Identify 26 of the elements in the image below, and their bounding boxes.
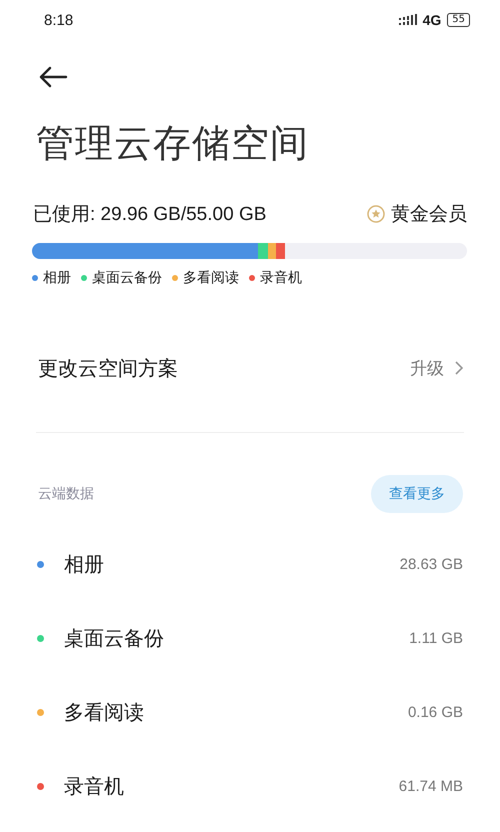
status-time: 8:18 [44, 12, 74, 28]
category-size: 0.16 GB [408, 704, 463, 720]
membership-label: 黄金会员 [391, 202, 467, 227]
legend-label: 桌面云备份 [92, 269, 162, 287]
plan-row[interactable]: 更改云空间方案 升级 [38, 338, 464, 398]
category-name: 桌面云备份 [64, 624, 165, 652]
category-name: 相册 [64, 550, 105, 578]
category-name: 录音机 [64, 772, 125, 800]
category-size: 28.63 GB [400, 556, 463, 572]
legend-label: 相册 [43, 269, 71, 287]
legend-label: 录音机 [260, 269, 302, 287]
network-label: 4G [422, 12, 442, 28]
signal-icon [398, 14, 417, 26]
legend-label: 多看阅读 [183, 269, 239, 287]
category-size: 61.74 MB [398, 778, 463, 794]
section-header: 云端数据 [38, 485, 94, 503]
page-title: 管理云存储空间 [36, 120, 310, 167]
chevron-right-icon [454, 360, 464, 376]
back-icon[interactable] [38, 66, 68, 88]
battery-indicator: 55 [447, 13, 470, 27]
upgrade-label: 升级 [410, 358, 444, 380]
star-badge-icon [367, 205, 385, 223]
usage-text: 已使用: 29.96 GB/55.00 GB [33, 203, 266, 227]
category-name: 多看阅读 [64, 698, 145, 726]
category-size: 1.11 GB [409, 630, 463, 646]
plan-label: 更改云空间方案 [38, 354, 178, 382]
